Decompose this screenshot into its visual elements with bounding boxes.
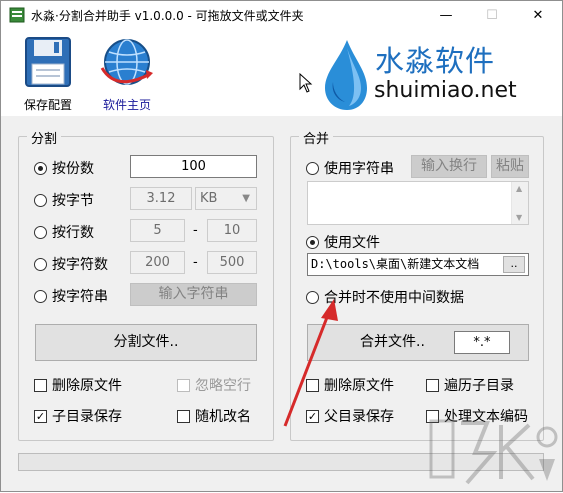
bytes-input[interactable]: 3.12	[130, 187, 192, 210]
bytes-unit-select[interactable]: KB ▼	[195, 187, 257, 210]
separator-string-textarea[interactable]: ▲ ▼	[307, 181, 529, 225]
separator-file-path-input[interactable]: D:\tools\桌面\新建文本文档	[307, 253, 529, 276]
water-drop-logo-icon	[325, 40, 367, 110]
input-newline-button[interactable]: 输入换行	[411, 155, 487, 178]
radio-by-chars-label: 按字符数	[52, 257, 108, 273]
window-title: 水淼·分割合并助手 v1.0.0.0 - 可拖放文件或文件夹	[31, 9, 304, 23]
radio-dot	[34, 225, 47, 239]
radio-by-count-label: 按份数	[52, 161, 94, 177]
checkbox-ignore-blank-label: 忽略空行	[195, 378, 251, 394]
radio-by-string[interactable]: 按字符串	[34, 286, 108, 306]
checkbox-box	[426, 378, 439, 392]
checkbox-subdir-save-label: 子目录保存	[52, 409, 122, 425]
checkbox-delete-source[interactable]: 删除原文件	[34, 375, 122, 395]
title-bar: 水淼·分割合并助手 v1.0.0.0 - 可拖放文件或文件夹 — ☐ ✕	[1, 1, 562, 30]
app-icon	[9, 7, 25, 23]
chars-to-input[interactable]: 500	[207, 251, 257, 274]
radio-use-string-label: 使用字符串	[324, 161, 394, 177]
radio-dot	[34, 257, 47, 271]
close-button[interactable]: ✕	[515, 1, 561, 30]
checkbox-traverse-subdirs-label: 遍历子目录	[444, 378, 514, 394]
checkbox-merge-delete-source-label: 删除原文件	[324, 378, 394, 394]
merge-file-button-label: 合并文件..	[360, 334, 425, 350]
radio-by-chars[interactable]: 按字符数	[34, 254, 108, 274]
radio-no-intermediate[interactable]: 合并时不使用中间数据	[306, 287, 464, 307]
lines-from-input[interactable]: 5	[130, 219, 185, 242]
split-group: 分割 按份数 100 按字节 3.12 KB ▼ 按行数 5 - 10 按字符数…	[18, 128, 274, 441]
checkbox-subdir-save[interactable]: ✓ 子目录保存	[34, 406, 122, 426]
software-home-button[interactable]: 软件主页	[96, 34, 158, 114]
maximize-button[interactable]: ☐	[469, 1, 515, 30]
brand-name: 水淼软件	[375, 44, 496, 78]
checkbox-box	[177, 378, 190, 392]
save-config-label: 保存配置	[23, 98, 72, 112]
checkbox-parent-dir-save-label: 父目录保存	[324, 409, 394, 425]
radio-by-bytes-label: 按字节	[52, 193, 94, 209]
split-group-title: 分割	[27, 128, 62, 147]
scroll-down-icon: ▼	[516, 213, 523, 222]
paste-button[interactable]: 粘贴	[491, 155, 529, 178]
checkbox-parent-dir-save[interactable]: ✓ 父目录保存	[306, 406, 394, 426]
radio-dot	[34, 193, 47, 207]
range-dash: -	[193, 223, 198, 238]
radio-dot-selected	[34, 161, 47, 175]
merge-group-title: 合并	[299, 128, 334, 147]
checkbox-ignore-blank[interactable]: 忽略空行	[177, 375, 251, 395]
floppy-disk-icon	[25, 37, 71, 87]
count-input[interactable]: 100	[130, 155, 257, 178]
checkbox-random-rename-label: 随机改名	[195, 409, 251, 425]
radio-dot-selected	[306, 235, 319, 249]
radio-dot	[306, 290, 319, 304]
lines-to-input[interactable]: 10	[207, 219, 257, 242]
checkbox-merge-delete-source[interactable]: 删除原文件	[306, 375, 394, 395]
radio-use-string[interactable]: 使用字符串	[306, 158, 394, 178]
radio-by-lines[interactable]: 按行数	[34, 222, 94, 242]
checkbox-delete-source-label: 删除原文件	[52, 378, 122, 394]
file-pattern-input[interactable]: *.*	[454, 331, 510, 354]
save-config-button[interactable]: 保存配置	[17, 34, 79, 114]
brand-logo: 水淼软件 shuimiao.net	[319, 36, 559, 114]
checkbox-traverse-subdirs[interactable]: 遍历子目录	[426, 375, 514, 395]
minimize-button[interactable]: —	[423, 1, 469, 30]
textarea-scrollbar[interactable]: ▲ ▼	[511, 182, 528, 224]
radio-use-file[interactable]: 使用文件	[306, 232, 380, 252]
software-home-label: 软件主页	[102, 98, 151, 112]
checkbox-box	[306, 378, 319, 392]
checkbox-box	[177, 409, 190, 423]
globe-icon	[100, 39, 153, 85]
file-path-value: D:\tools\桌面\新建文本文档	[311, 257, 480, 271]
radio-dot	[34, 289, 47, 303]
merge-group: 合并 使用字符串 输入换行 粘贴 ▲ ▼ 使用文件 D:\tools\桌面\新建…	[290, 128, 544, 441]
checkmark-icon: ✓	[34, 409, 47, 423]
chevron-down-icon: ▼	[242, 193, 250, 204]
checkbox-random-rename[interactable]: 随机改名	[177, 406, 251, 426]
watermark-logo	[429, 419, 558, 485]
scroll-up-icon: ▲	[516, 184, 523, 193]
range-dash: -	[193, 255, 198, 270]
checkmark-icon: ✓	[306, 409, 319, 423]
radio-by-lines-label: 按行数	[52, 225, 94, 241]
radio-by-string-label: 按字符串	[52, 289, 108, 305]
browse-file-button[interactable]: ..	[503, 256, 525, 273]
bytes-unit-value: KB	[200, 191, 218, 206]
brand-domain: shuimiao.net	[374, 78, 517, 103]
app-window: 水淼·分割合并助手 v1.0.0.0 - 可拖放文件或文件夹 — ☐ ✕ 保存配…	[0, 0, 563, 492]
mouse-cursor-icon	[299, 73, 313, 93]
split-file-button[interactable]: 分割文件..	[35, 324, 257, 361]
radio-by-count[interactable]: 按份数	[34, 158, 94, 178]
chars-from-input[interactable]: 200	[130, 251, 185, 274]
radio-no-intermediate-label: 合并时不使用中间数据	[324, 290, 464, 306]
radio-by-bytes[interactable]: 按字节	[34, 190, 94, 210]
radio-dot	[306, 161, 319, 175]
checkbox-box	[34, 378, 47, 392]
radio-use-file-label: 使用文件	[324, 235, 380, 251]
toolbar: 保存配置 软件主页 水淼软件 shuimiao.net	[1, 30, 562, 116]
input-string-button[interactable]: 输入字符串	[130, 283, 257, 306]
